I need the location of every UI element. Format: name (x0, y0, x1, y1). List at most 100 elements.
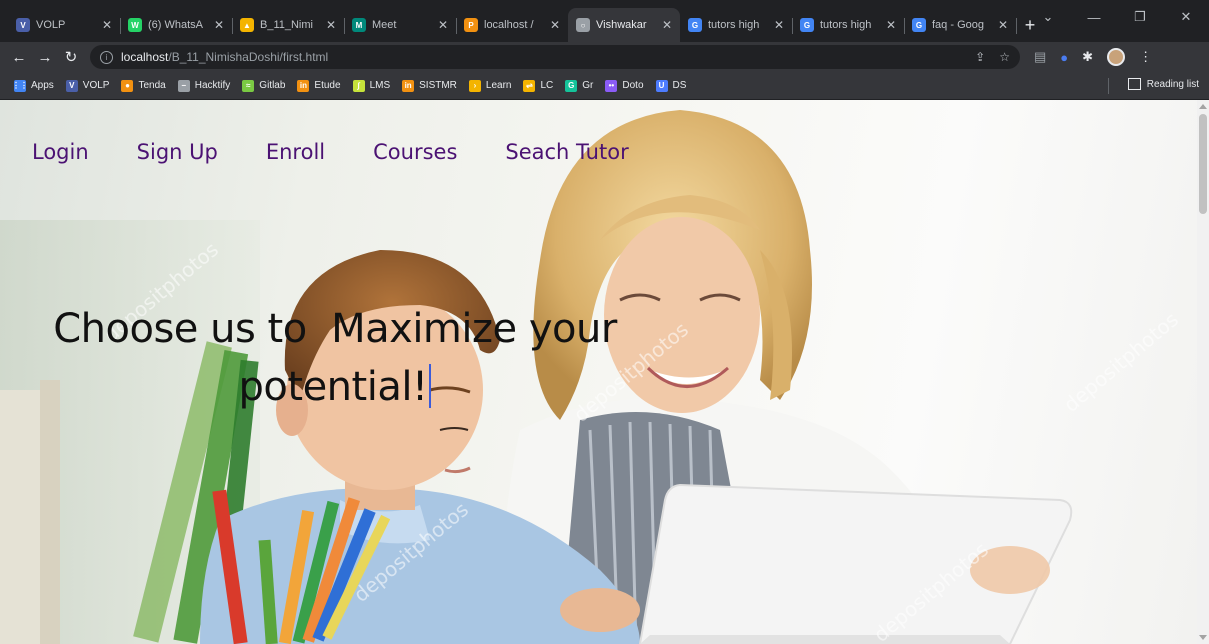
bookmark-label: LMS (369, 80, 391, 91)
scroll-up-icon[interactable] (1199, 104, 1207, 109)
bookmark-label: Gr (582, 80, 594, 91)
browser-tab[interactable]: V VOLP ✕ (8, 10, 121, 40)
bookmark-label: VOLP (82, 80, 110, 91)
bookmark-item[interactable]: ∫ LMS (352, 79, 391, 92)
browser-tab-strip: V VOLP ✕ W (6) WhatsA ✕ ▲ B_11_Nimi ✕ M Meet ✕ Ploca… (0, 0, 1209, 42)
tab-search-icon[interactable]: ⌄ (1025, 9, 1071, 25)
bookmark-label: DS (672, 80, 687, 91)
tab-title: (6) WhatsA (148, 19, 204, 31)
tab-title: VOLP (36, 19, 66, 31)
bookmark-item[interactable]: ⋮⋮ Apps (12, 79, 54, 92)
bookmark-item[interactable]: ≈ Gitlab (242, 79, 286, 92)
tab-title: B_11_Nimi (260, 19, 313, 31)
volp-icon: V (65, 79, 78, 92)
bookmark-item[interactable]: ● Tenda (121, 79, 166, 92)
close-tab-icon[interactable]: ✕ (998, 18, 1008, 32)
bookmark-label: Gitlab (259, 80, 286, 91)
leetcode-icon: ⇌ (523, 79, 536, 92)
drive-icon: ▲ (240, 18, 254, 32)
bookmark-label: SISTMR (419, 80, 457, 91)
back-button[interactable]: ← (6, 49, 32, 66)
close-tab-icon[interactable]: ✕ (214, 18, 224, 32)
browser-tab[interactable]: W (6) WhatsA ✕ (120, 10, 233, 40)
bookmark-item[interactable]: ⇌ LC (523, 79, 554, 92)
close-tab-icon[interactable]: ✕ (326, 18, 336, 32)
nav-enroll-link[interactable]: Enroll (266, 140, 325, 164)
reload-button[interactable]: ↻ (58, 48, 84, 66)
bookmark-item[interactable]: G Gr (565, 79, 594, 92)
browser-tab[interactable]: Gfaq - Goog ✕ (904, 10, 1017, 40)
browser-tab[interactable]: Gtutors high ✕ (792, 10, 905, 40)
profile-avatar[interactable] (1107, 48, 1126, 66)
bookmark-label: Tenda (138, 80, 166, 91)
page-scrollbar[interactable] (1197, 100, 1209, 644)
learn-icon: › (468, 79, 481, 92)
site-info-icon[interactable]: i (100, 50, 113, 64)
extension-icon[interactable]: ▤ (1034, 49, 1046, 65)
tab-separator (1016, 18, 1017, 34)
tab-title: tutors high (708, 19, 760, 31)
hacktify-icon: − (177, 79, 190, 92)
bookmark-label: Apps (31, 80, 54, 91)
bookmark-label: Hacktify (194, 80, 231, 91)
close-tab-icon[interactable]: ✕ (774, 18, 784, 32)
address-bar[interactable]: i localhost /B_11_NimishaDoshi/first.htm… (90, 45, 1020, 69)
bookmark-label: LC (540, 80, 554, 91)
bookmark-item[interactable]: in Etude (297, 79, 341, 92)
browser-tab[interactable]: M Meet ✕ (344, 10, 457, 40)
close-tab-icon[interactable]: ✕ (886, 18, 896, 32)
reading-list-label: Reading list (1146, 78, 1199, 90)
tab-list: V VOLP ✕ W (6) WhatsA ✕ ▲ B_11_Nimi ✕ M Meet ✕ Ploca… (0, 8, 1044, 42)
bookmark-star-icon[interactable]: ☆ (999, 50, 1010, 64)
hero-headline: Choose us to Maximize your potential! (40, 300, 630, 416)
site-navigation: Login Sign Up Enroll Courses Seach Tutor (32, 140, 629, 164)
extensions-puzzle-icon[interactable]: ✱ (1082, 49, 1093, 65)
close-tab-icon[interactable]: ✕ (102, 18, 112, 32)
phpmyadmin-icon: P (464, 18, 478, 32)
ds-icon: U (655, 79, 668, 92)
close-tab-icon[interactable]: ✕ (662, 18, 672, 32)
bookmark-item[interactable]: U DS (655, 79, 687, 92)
close-window-button[interactable]: ✕ (1163, 9, 1209, 25)
browser-tab[interactable]: ○ Vishwakar ✕ (568, 8, 680, 42)
google-icon: G (688, 18, 702, 32)
reading-list-button[interactable]: Reading list (1127, 78, 1199, 90)
tenda-icon: ● (121, 79, 134, 92)
scrollbar-thumb[interactable] (1199, 114, 1207, 214)
browser-tab[interactable]: Gtutors high ✕ (680, 10, 793, 40)
url-path: /B_11_NimishaDoshi/first.html (168, 50, 329, 64)
bookmark-item[interactable]: V VOLP (65, 79, 110, 92)
sistmr-icon: in (402, 79, 415, 92)
nav-login-link[interactable]: Login (32, 140, 89, 164)
bookmark-item[interactable]: •• Doto (605, 79, 644, 92)
google-icon: G (912, 18, 926, 32)
meet-icon: M (352, 18, 366, 32)
close-tab-icon[interactable]: ✕ (438, 18, 448, 32)
nav-courses-link[interactable]: Courses (373, 140, 457, 164)
scroll-down-icon[interactable] (1199, 635, 1207, 640)
share-icon[interactable]: ⇪ (975, 50, 985, 64)
browser-toolbar: ← → ↻ i localhost /B_11_NimishaDoshi/fir… (0, 42, 1209, 72)
close-tab-icon[interactable]: ✕ (550, 18, 560, 32)
tab-title: localhost / (484, 19, 534, 31)
bookmark-label: Doto (622, 80, 644, 91)
tab-title: Vishwakar (596, 19, 647, 31)
etude-icon: in (297, 79, 310, 92)
nav-signup-link[interactable]: Sign Up (137, 140, 218, 164)
bookmark-item[interactable]: › Learn (468, 79, 511, 92)
browser-tab[interactable]: ▲ B_11_Nimi ✕ (232, 10, 345, 40)
browser-menu-icon[interactable]: ⋮ (1139, 49, 1152, 65)
minimize-button[interactable]: — (1071, 10, 1117, 25)
gitlab-icon: ≈ (242, 79, 255, 92)
browser-tab[interactable]: Plocalhost / ✕ (456, 10, 568, 40)
bookmark-item[interactable]: − Hacktify (177, 79, 231, 92)
tab-title: tutors high (820, 19, 872, 31)
extension-globe-icon[interactable]: ● (1060, 50, 1068, 65)
bookmarks-bar: ⋮⋮ Apps V VOLP ● Tenda − Hacktify ≈ Gitlab in Etude… (0, 72, 1209, 100)
nav-search-tutor-link[interactable]: Seach Tutor (505, 140, 628, 164)
tab-title: faq - Goog (932, 19, 984, 31)
bookmark-item[interactable]: in SISTMR (402, 79, 457, 92)
text-caret (429, 364, 432, 408)
restore-button[interactable]: ❐ (1117, 9, 1163, 25)
forward-button[interactable]: → (32, 49, 58, 66)
